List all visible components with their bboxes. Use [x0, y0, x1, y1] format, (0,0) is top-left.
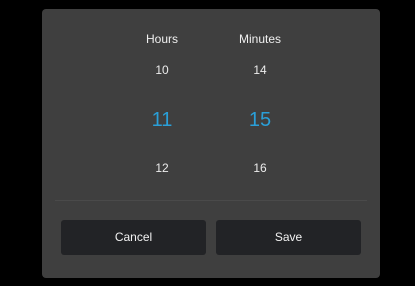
- hours-option-previous[interactable]: 10: [117, 62, 207, 78]
- hours-header: Hours: [145, 32, 178, 46]
- minutes-option-next[interactable]: 16: [215, 160, 305, 176]
- screen-backdrop: Hours 10 11 12 Minutes 14 15 16 Cancel S…: [0, 0, 415, 286]
- minutes-header: Minutes: [238, 32, 282, 46]
- actions-divider: [55, 200, 367, 201]
- cancel-button[interactable]: Cancel: [61, 220, 206, 255]
- hours-option-next[interactable]: 12: [117, 160, 207, 176]
- hours-selected-value[interactable]: 11: [117, 106, 207, 134]
- save-button[interactable]: Save: [216, 220, 361, 255]
- time-picker-dialog: Hours 10 11 12 Minutes 14 15 16 Cancel S…: [42, 9, 380, 278]
- minutes-option-previous[interactable]: 14: [215, 62, 305, 78]
- minutes-selected-value[interactable]: 15: [215, 106, 305, 134]
